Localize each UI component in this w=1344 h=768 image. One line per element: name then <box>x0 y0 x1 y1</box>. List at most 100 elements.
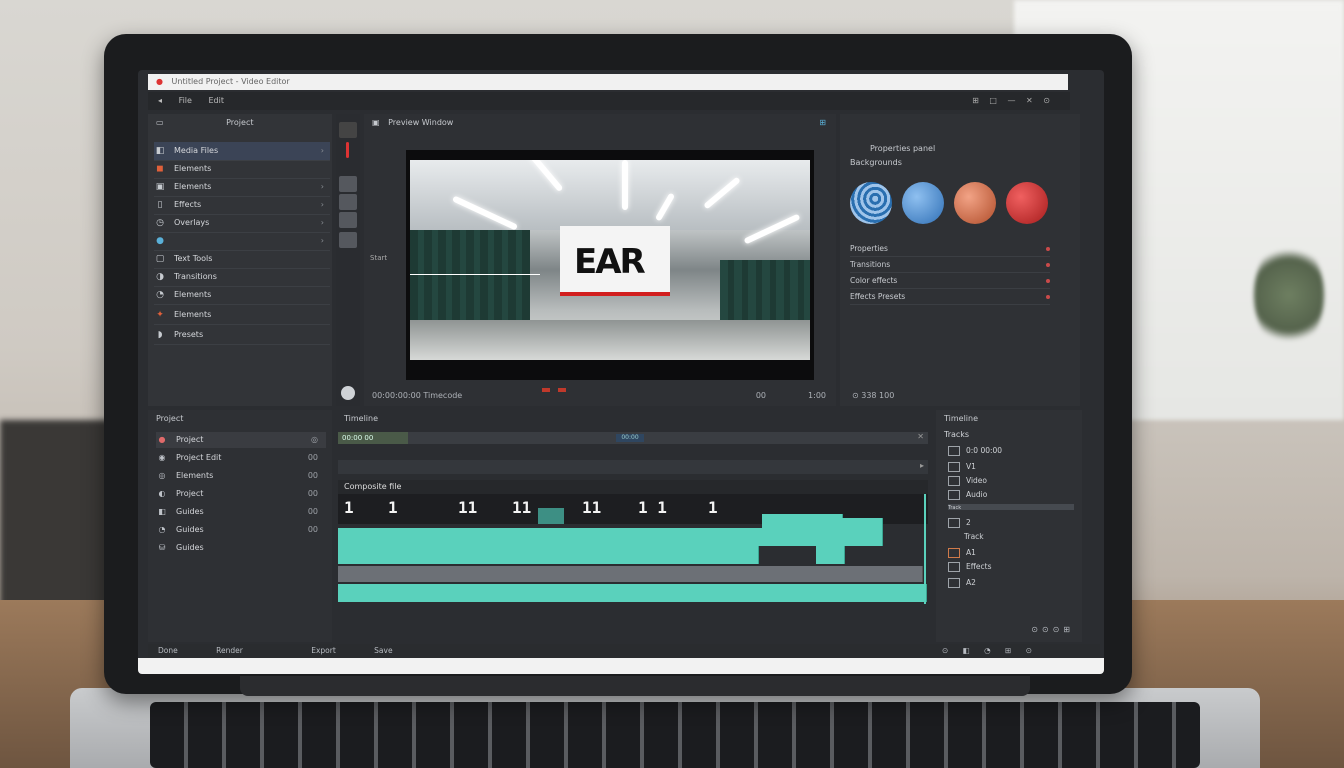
shape-tool-button[interactable] <box>339 232 357 248</box>
layout-icon[interactable]: ⊞ <box>972 96 979 105</box>
sidebar-item-elements-3[interactable]: ◔ Elements <box>154 286 330 305</box>
timeline-ruler[interactable]: 00:00 00 00:00 ✕ <box>338 432 928 444</box>
background-swatch-4[interactable] <box>1006 182 1048 224</box>
maximize-icon[interactable]: □ <box>989 96 997 105</box>
item-value: 00 <box>307 507 318 516</box>
menu-item-back-icon[interactable]: ◂ <box>158 96 162 105</box>
ruler-close-icon[interactable]: ✕ <box>917 432 924 441</box>
clock-icon: ◷ <box>156 218 164 228</box>
audio-clip[interactable] <box>842 566 923 582</box>
sidebar-item-label: Overlays <box>174 218 210 227</box>
video-clip[interactable] <box>338 546 539 564</box>
presets-icon: ◗ <box>157 330 163 340</box>
music-clip[interactable] <box>338 584 669 602</box>
video-clip[interactable] <box>658 546 729 564</box>
video-clip[interactable] <box>842 518 883 546</box>
video-clip[interactable] <box>538 546 659 564</box>
project-list-item[interactable]: ◎ Elements 00 <box>156 468 326 484</box>
project-list-item[interactable]: ◐ Project 00 <box>156 486 326 502</box>
playhead[interactable]: 00:00 <box>616 434 644 442</box>
playback-markers[interactable] <box>542 385 574 394</box>
project-list-item[interactable]: ◔ Guides 00 <box>156 522 326 538</box>
video-clip[interactable] <box>728 546 759 564</box>
status-item[interactable]: Export <box>311 646 336 655</box>
tracks-footer-icons[interactable]: ⊙⊙⊙⊞ <box>1031 625 1074 634</box>
sidebar-item-label: Elements <box>174 182 212 191</box>
fullscreen-icon[interactable]: ⊞ <box>819 118 826 127</box>
item-label: Project <box>176 489 204 498</box>
text-icon: ▢ <box>155 254 165 264</box>
status-item[interactable]: Render <box>216 646 243 655</box>
library-row-effects-presets[interactable]: Effects Presets <box>850 290 1050 305</box>
scan-line <box>410 274 540 275</box>
status-item[interactable]: Save <box>374 646 392 655</box>
square-icon: ◧ <box>158 507 166 516</box>
marker-tool-button[interactable] <box>346 142 349 158</box>
tracks-row[interactable]: V1 <box>948 460 1074 474</box>
background-swatch-1[interactable] <box>850 182 892 224</box>
menu-item-file[interactable]: File <box>179 96 192 105</box>
sidebar-item-presets[interactable]: ◗ Presets <box>154 326 330 345</box>
sidebar-item-effects[interactable]: ▯ Effects › <box>154 196 330 215</box>
floor <box>410 320 810 360</box>
sidebar-item-label: Media Files <box>174 146 219 155</box>
crop-tool-button[interactable] <box>339 194 357 210</box>
audio-clip[interactable] <box>552 566 843 582</box>
project-list-item[interactable]: ● Project ◎ <box>156 432 326 448</box>
status-item[interactable]: Done <box>158 646 178 655</box>
video-clip[interactable] <box>442 528 533 546</box>
background-swatch-2[interactable] <box>902 182 944 224</box>
sidebar-item-dot[interactable]: ● › <box>154 232 330 251</box>
sidebar-item-elements[interactable]: ◼ Elements <box>154 160 330 179</box>
status-icons[interactable]: ⊙ ◧ ◔ ⊞ ⊙ <box>942 644 1038 658</box>
video-viewer[interactable]: EAR <box>406 150 814 380</box>
library-row-transitions[interactable]: Transitions <box>850 258 1050 273</box>
video-clip[interactable] <box>762 514 843 546</box>
target-icon: ◉ <box>158 453 166 462</box>
minimize-icon[interactable]: — <box>1008 96 1016 105</box>
tracks-row-selected[interactable]: Track <box>948 504 1074 511</box>
subtrack-icon[interactable]: ▸ <box>920 461 924 470</box>
project-list-item[interactable]: ◉ Project Edit 00 <box>156 450 326 466</box>
row-label: A2 <box>966 578 976 587</box>
video-clip[interactable] <box>338 528 443 546</box>
clip-number: 1 <box>344 498 354 517</box>
tracks-row[interactable]: Effects <box>948 560 1074 574</box>
folder-icon[interactable]: ▭ <box>156 118 164 127</box>
menu-item-edit[interactable]: Edit <box>209 96 225 105</box>
tracks-row[interactable]: 2 <box>948 516 1074 530</box>
zoom-value[interactable]: 00 <box>756 391 766 400</box>
video-clip[interactable] <box>532 528 653 546</box>
video-clip[interactable] <box>652 528 763 546</box>
audio-clip[interactable] <box>442 566 553 582</box>
select-tool-button[interactable] <box>339 122 357 138</box>
project-list-item[interactable]: ⛁ Guides <box>156 540 326 556</box>
settings-icon[interactable]: ⊙ <box>1043 96 1050 105</box>
music-clip[interactable] <box>668 584 927 602</box>
background-swatch-3[interactable] <box>954 182 996 224</box>
clip-number: 11 <box>512 498 532 517</box>
ear-sign: EAR <box>560 226 670 296</box>
tracks-row[interactable]: A1 <box>948 546 1074 560</box>
sidebar-item-elements-2[interactable]: ▣ Elements › <box>154 178 330 197</box>
tracks-row[interactable]: 0:0 00:00 <box>948 444 1074 458</box>
text-tool-button[interactable] <box>339 212 357 228</box>
sidebar-item-media-files[interactable]: ◧ Media Files › <box>154 142 330 161</box>
transform-tool-button[interactable] <box>339 176 357 192</box>
audio-clip[interactable] <box>338 566 443 582</box>
tracks-row[interactable]: Video <box>948 474 1074 488</box>
video-clip[interactable] <box>816 546 845 564</box>
library-row-properties[interactable]: Properties <box>850 242 1050 257</box>
tracks-row[interactable]: Track <box>948 530 1074 544</box>
sidebar-item-overlays[interactable]: ◷ Overlays › <box>154 214 330 233</box>
sidebar-item-text-tools[interactable]: ▢ Text Tools <box>154 250 330 269</box>
zoom-tool-button[interactable] <box>341 386 355 400</box>
sidebar-item-elements-4[interactable]: ✦ Elements <box>154 306 330 325</box>
sidebar-item-transitions[interactable]: ◑ Transitions <box>154 268 330 287</box>
tracks-row[interactable]: A2 <box>948 576 1074 590</box>
library-row-color-effects[interactable]: Color effects <box>850 274 1050 289</box>
tracks-row[interactable]: Audio <box>948 488 1074 502</box>
monitor-icon[interactable]: ▣ <box>372 118 380 127</box>
close-icon[interactable]: ✕ <box>1026 96 1033 105</box>
project-list-item[interactable]: ◧ Guides 00 <box>156 504 326 520</box>
